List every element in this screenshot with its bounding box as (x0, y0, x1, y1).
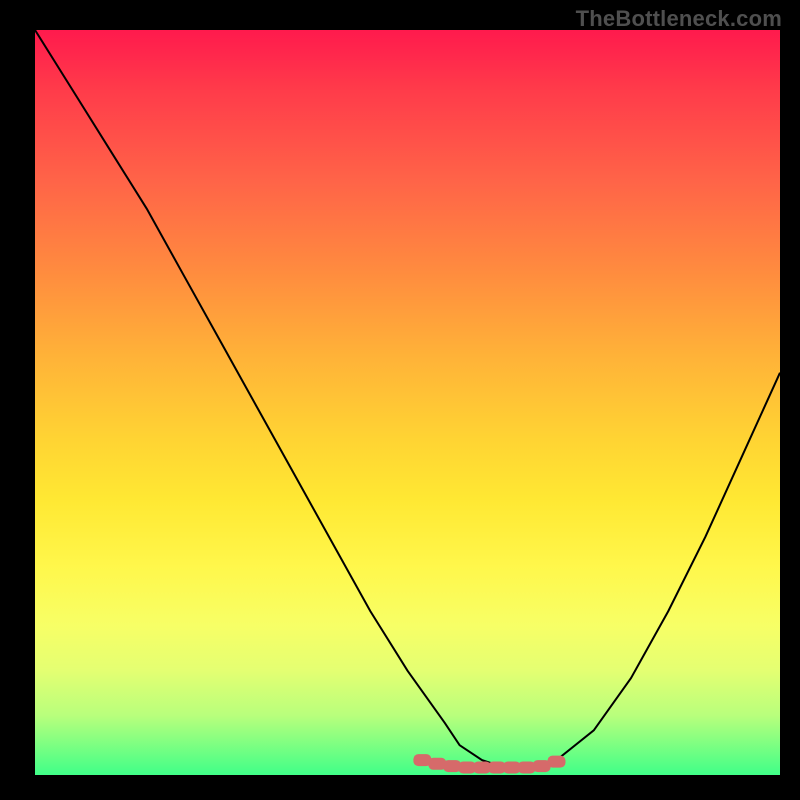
watermark-text: TheBottleneck.com (576, 6, 782, 32)
optimal-range-marker (413, 754, 565, 773)
plot-area (35, 30, 780, 775)
marker-dot (548, 756, 566, 768)
chart-frame: TheBottleneck.com (0, 0, 800, 800)
chart-svg (35, 30, 780, 775)
bottleneck-curve (35, 30, 780, 768)
